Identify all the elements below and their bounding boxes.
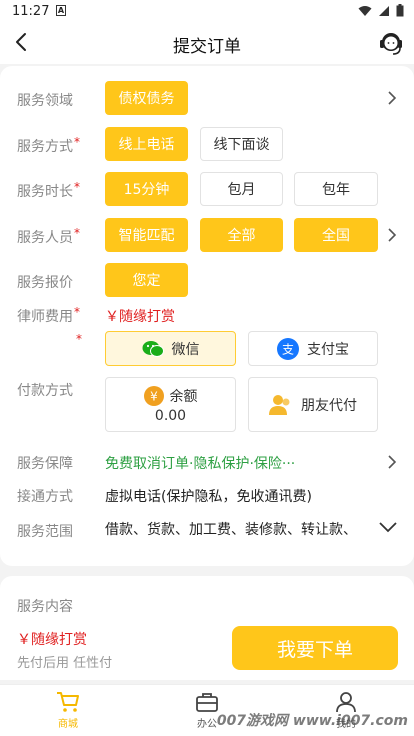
quote-chip[interactable]: 您定 xyxy=(105,263,188,297)
place-order-button[interactable]: 我要下单 xyxy=(232,626,398,670)
service-scope-value: 借款、货款、加工费、装修款、转让款、 xyxy=(105,522,357,538)
page-title: 提交订单 xyxy=(173,37,241,57)
briefcase-icon xyxy=(196,693,218,712)
nav-bar: 提交订单 xyxy=(0,24,414,64)
status-time: 11:27 xyxy=(12,4,50,19)
pay-option-friend[interactable]: 朋友代付 xyxy=(248,377,378,432)
watermark: 007游戏网 www.i007.com xyxy=(216,713,408,729)
chevron-right-icon[interactable] xyxy=(384,454,400,470)
tab-mall[interactable]: 商城 xyxy=(38,691,98,730)
balance-coin-icon: ¥ xyxy=(143,385,164,406)
order-form-card: 服务领域 债权债务 服务方式* 线上电话 线下面谈 服务时长* 15分钟 包月 … xyxy=(0,66,414,566)
service-method-label: 服务方式* xyxy=(17,135,80,155)
pay-option-balance[interactable]: ¥ 余额 0.00 xyxy=(105,377,236,432)
method-option-online-phone[interactable]: 线上电话 xyxy=(105,127,188,161)
balance-amount: 0.00 xyxy=(154,407,187,424)
customer-service-icon[interactable] xyxy=(376,28,406,58)
service-personnel-label: 服务人员* xyxy=(17,226,80,246)
service-guarantee-value[interactable]: 免费取消订单·隐私保护·保险··· xyxy=(105,453,295,473)
lawyer-fee-value: ￥随缘打赏 xyxy=(105,309,175,325)
wechat-icon xyxy=(142,340,164,357)
lawyer-fee-label: 律师费用* xyxy=(17,305,80,325)
pay-option-friend-label: 朋友代付 xyxy=(301,397,357,414)
payment-method-label: 付款方式 xyxy=(17,383,73,399)
order-bar: ￥随缘打赏 先付后用 任性付 我要下单 xyxy=(0,614,414,680)
notification-icon: A xyxy=(56,5,66,16)
wifi-icon xyxy=(358,5,372,16)
personnel-option-all[interactable]: 全部 xyxy=(200,218,283,252)
friend-pay-icon xyxy=(269,394,290,415)
svg-text:¥: ¥ xyxy=(150,389,158,403)
method-option-offline-meeting[interactable]: 线下面谈 xyxy=(200,127,283,161)
pay-later-note: 先付后用 任性付 xyxy=(17,656,113,671)
signal-icon xyxy=(379,5,389,16)
status-bar: 11:27 A xyxy=(0,0,414,24)
chevron-down-icon[interactable] xyxy=(378,520,398,534)
pay-option-alipay-label: 支付宝 xyxy=(307,341,349,358)
personnel-option-smart-match[interactable]: 智能匹配 xyxy=(105,218,188,252)
pay-option-alipay[interactable]: 支 支付宝 xyxy=(248,331,378,366)
duration-option-15min[interactable]: 15分钟 xyxy=(105,172,188,206)
tab-office-label: 办公 xyxy=(197,719,217,730)
payment-required-marker: * xyxy=(76,332,82,346)
service-scope-label: 服务范围 xyxy=(17,524,73,540)
svg-text:支: 支 xyxy=(282,342,294,356)
chevron-right-icon[interactable] xyxy=(384,90,400,106)
battery-icon xyxy=(396,4,404,17)
shopping-cart-icon xyxy=(57,692,79,712)
alipay-icon: 支 xyxy=(277,337,299,360)
connect-method-label: 接通方式 xyxy=(17,489,73,505)
service-duration-label: 服务时长* xyxy=(17,180,80,200)
duration-option-yearly[interactable]: 包年 xyxy=(294,172,378,206)
service-domain-label: 服务领域 xyxy=(17,93,73,109)
pay-option-balance-label: 余额 xyxy=(169,388,198,405)
pay-option-wechat-label: 微信 xyxy=(171,341,200,358)
service-guarantee-label: 服务保障 xyxy=(17,456,73,472)
chevron-right-icon[interactable] xyxy=(384,227,400,243)
pay-option-wechat[interactable]: 微信 xyxy=(105,331,236,366)
duration-option-monthly[interactable]: 包月 xyxy=(200,172,283,206)
personnel-option-nationwide[interactable]: 全国 xyxy=(294,218,378,252)
order-price: ￥随缘打赏 xyxy=(17,632,87,648)
service-content-label: 服务内容 xyxy=(17,599,73,615)
tab-mall-label: 商城 xyxy=(58,719,78,730)
service-domain-chip[interactable]: 债权债务 xyxy=(105,81,188,115)
service-quote-label: 服务报价 xyxy=(17,275,73,291)
connect-method-value: 虚拟电话(保护隐私，免收通讯费) xyxy=(105,489,312,505)
